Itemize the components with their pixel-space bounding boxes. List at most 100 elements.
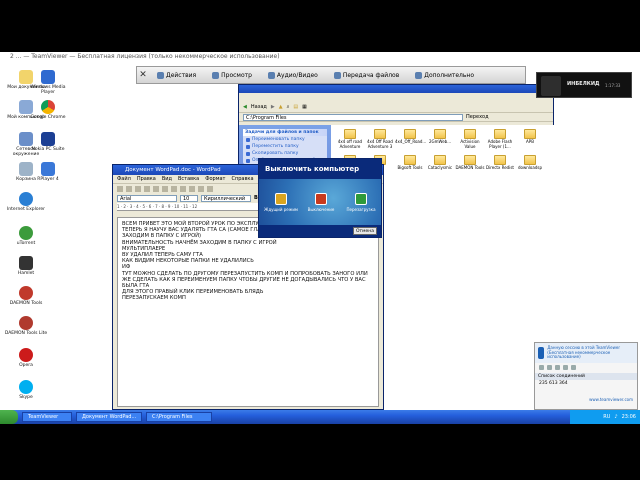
desktop-icon-nokia[interactable]: Nokia PC Suite [26, 132, 70, 152]
phone-icon[interactable] [555, 364, 560, 370]
desktop-icon-chrome[interactable]: Google Chrome [26, 100, 70, 120]
video-icon[interactable] [547, 364, 552, 370]
copy-icon[interactable] [180, 185, 186, 192]
folder-icon [344, 129, 356, 139]
taskbar-item-wordpad[interactable]: Документ WordPad... [76, 412, 142, 422]
task-copy-folder[interactable]: Скопировать папку [243, 150, 327, 157]
back-arrow-icon[interactable]: ◀ [243, 104, 247, 110]
folder-item[interactable]: Cataclysmic [425, 153, 455, 179]
video-title: 2 ... — TeamViewer — Бесплатная лицензия… [0, 52, 640, 62]
hamlet-icon [19, 256, 33, 270]
audio-video-menu[interactable]: Аудио/Видео [260, 71, 326, 79]
shutdown-footer: Отмена [259, 225, 381, 237]
size-select[interactable]: 10 [180, 194, 198, 202]
undo-icon[interactable] [198, 185, 204, 192]
task-move-folder[interactable]: Переместить папку [243, 143, 327, 150]
desktop-icon-utorrent[interactable]: uTorrent [4, 226, 48, 246]
close-session-button[interactable]: ✕ [137, 70, 149, 80]
desktop-icon-daemon[interactable]: DAEMON Tools [4, 286, 48, 306]
menu-help[interactable]: Справка [231, 175, 253, 183]
restart-button[interactable]: Перезагрузка [343, 193, 379, 212]
session-time: 1:17:33 [605, 83, 621, 88]
folder-item[interactable]: DAEMON Tools [455, 153, 485, 179]
menu-edit[interactable]: Правка [137, 175, 156, 183]
desktop-icon-skype[interactable]: Skype [4, 380, 48, 400]
menu-file[interactable]: Файл [117, 175, 131, 183]
turn-off-button[interactable]: Выключение [303, 193, 339, 212]
rename-icon [246, 137, 250, 142]
folder-icon [404, 155, 416, 165]
folder-item[interactable]: Activision Value [455, 127, 485, 153]
media-player-icon [41, 70, 55, 84]
menu-format[interactable]: Формат [205, 175, 225, 183]
teamviewer-toolbar: ✕ Действия Просмотр Аудио/Видео Передача… [136, 66, 526, 84]
task-pane-header[interactable]: Задачи для файлов и папок [243, 129, 327, 136]
standby-button[interactable]: Ждущий режим [263, 193, 299, 212]
cancel-button[interactable]: Отмена [353, 227, 377, 235]
address-field[interactable]: C:\Program Files [243, 113, 463, 121]
find-icon[interactable] [162, 185, 168, 192]
open-icon[interactable] [126, 185, 132, 192]
extra-menu[interactable]: Дополнительно [407, 71, 482, 79]
folder-item[interactable]: APB [515, 127, 545, 153]
settings-icon[interactable] [571, 364, 576, 370]
forward-arrow-icon[interactable]: ▶ [271, 104, 275, 110]
folder-item[interactable]: 4x4 off road Adventure [335, 127, 365, 153]
volume-icon[interactable]: ♪ [614, 414, 617, 420]
font-select[interactable]: Arial [117, 194, 177, 202]
views-icon[interactable]: ▦ [302, 104, 307, 110]
chat-icon[interactable] [539, 364, 544, 370]
back-button[interactable]: Назад [251, 104, 267, 110]
folder-icon [494, 155, 506, 165]
actions-menu[interactable]: Действия [149, 71, 204, 79]
taskbar-item-teamviewer[interactable]: TeamViewer [22, 412, 72, 422]
view-menu[interactable]: Просмотр [204, 71, 260, 79]
preview-icon[interactable] [153, 185, 159, 192]
teamviewer-logo-icon [538, 347, 545, 359]
save-icon[interactable] [135, 185, 141, 192]
start-button[interactable] [0, 410, 18, 424]
desktop-icon-hamlet[interactable]: Hamlet [4, 256, 48, 276]
desktop-icon-media-player[interactable]: Windows Media Player [26, 70, 70, 95]
desktop-icon-ie[interactable]: Internet Explorer [4, 192, 48, 212]
folder-item[interactable]: 4x4 Off Road Adventure 3 [365, 127, 395, 153]
folder-item[interactable]: Adobe Flash Player (1... [485, 127, 515, 153]
folder-item[interactable]: 4x4_Off_Road... [395, 127, 426, 153]
internet-explorer-icon [19, 192, 33, 206]
file-transfer-menu[interactable]: Передача файлов [326, 71, 407, 79]
date-icon[interactable] [207, 185, 213, 192]
menu-insert[interactable]: Вставка [178, 175, 199, 183]
paste-icon[interactable] [189, 185, 195, 192]
folder-item[interactable]: downloadsp [515, 153, 545, 179]
go-button[interactable]: Переход [466, 114, 489, 120]
taskbar: TeamViewer Документ WordPad... C:\Progra… [0, 410, 640, 424]
cut-icon[interactable] [171, 185, 177, 192]
teamviewer-link[interactable]: www.teamviewer.com [535, 397, 637, 402]
print-icon[interactable] [144, 185, 150, 192]
desktop-icon-opera[interactable]: Opera [4, 348, 48, 368]
session-list-header[interactable]: Список соединений [535, 373, 637, 380]
folder-item[interactable]: Directx Redist [485, 153, 515, 179]
new-icon[interactable] [117, 185, 123, 192]
desktop-icon-daemon-lite[interactable]: DAEMON Tools Lite [4, 316, 48, 336]
file-icon[interactable] [563, 364, 568, 370]
clock[interactable]: 23:06 [622, 414, 636, 420]
explorer-toolbar: ◀ Назад ▶ ▲ ⌕ ▤ ▦ [239, 102, 553, 113]
folder-item[interactable]: 2GmWeb... [425, 127, 455, 153]
up-folder-icon[interactable]: ▲ [279, 104, 283, 110]
folder-icon [404, 129, 416, 139]
taskbar-item-explorer[interactable]: C:\Program Files [146, 412, 212, 422]
folders-icon[interactable]: ▤ [293, 104, 298, 110]
folder-item[interactable]: Bigsoft Tools [395, 153, 425, 179]
teamviewer-video-overlay: ИНБЕЛКИД 1:17:33 [536, 72, 632, 98]
search-icon[interactable]: ⌕ [287, 104, 290, 110]
document-area[interactable]: ВСЕМ ПРИВЕТ ЭТО МОЙ ВТОРОЙ УРОК ПО ЭКСПЛ… [117, 217, 379, 407]
task-rename-folder[interactable]: Переименовать папку [243, 136, 327, 143]
explorer-title-bar[interactable] [239, 85, 553, 93]
script-select[interactable]: Кириллический [201, 194, 251, 202]
menu-view[interactable]: Вид [162, 175, 172, 183]
letterbox-top [0, 0, 640, 52]
desktop-icon-rplayer[interactable]: RPlayer 4 [26, 162, 70, 182]
chrome-icon [41, 100, 55, 114]
language-indicator[interactable]: RU [603, 414, 610, 420]
